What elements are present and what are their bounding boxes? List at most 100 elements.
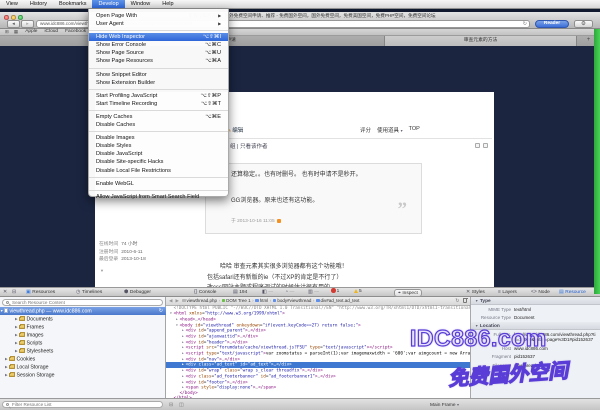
- resource-tree-folder[interactable]: ▶Documents: [0, 315, 166, 323]
- gear-button[interactable]: ⚙: [574, 20, 593, 28]
- debugger-icon: ⬢: [124, 289, 128, 295]
- menu-item-label: Show Error Console: [96, 41, 146, 49]
- details-row: Hostwww.idc886.com: [471, 344, 600, 353]
- menubar-item-bookmarks[interactable]: Bookmarks: [53, 0, 93, 8]
- top-sites-icon[interactable]: ▦: [14, 29, 18, 35]
- user-stat-row: 在线时间74 小时: [99, 241, 146, 249]
- menu-item-label: Disable JavaScript: [96, 150, 142, 158]
- quote-link-icon[interactable]: [277, 219, 281, 223]
- history-back-icon[interactable]: ◀: [169, 298, 172, 303]
- develop-menu-item[interactable]: Disable Images: [89, 134, 228, 142]
- trash-icon[interactable]: [463, 298, 467, 302]
- frame-selector[interactable]: Main Frame ▾: [430, 399, 459, 410]
- menu-item-label: Hide Web Inspector: [96, 33, 145, 41]
- bookmark-item[interactable]: iCloud: [44, 29, 58, 35]
- develop-menu-item[interactable]: Start Timeline Recording⌥⇧⌘T: [89, 100, 228, 108]
- load-time-icon: ◔: [285, 289, 288, 295]
- breadcrumb-item[interactable]: viewthread.php: [182, 297, 217, 305]
- user-stat-row: 最后登录2013-10-18: [99, 256, 146, 264]
- filter-field[interactable]: [2, 401, 163, 409]
- breadcrumb-item[interactable]: html: [255, 297, 268, 305]
- menu-separator: [89, 30, 228, 31]
- develop-menu-item[interactable]: Hide Web Inspector ⌥⇧⌘I: [89, 33, 228, 41]
- develop-menu-item[interactable]: Allow JavaScript from Smart Search Field: [89, 193, 228, 201]
- resource-tree-main-frame[interactable]: ▼viewthread.php — www.idc886.com↻: [0, 307, 166, 315]
- develop-menu-item[interactable]: Show Page Resources⌥⌘A: [89, 57, 228, 65]
- develop-menu-item[interactable]: Disable Local File Restrictions: [89, 167, 228, 175]
- document-icon: [182, 299, 186, 303]
- resource-tree-folder[interactable]: ▶Scripts: [0, 339, 166, 347]
- history-forward-icon[interactable]: ▶: [175, 298, 178, 303]
- search-input[interactable]: [12, 300, 157, 305]
- menu-item-label: Show Page Source: [96, 49, 144, 57]
- menubar-item-view[interactable]: View: [0, 0, 24, 8]
- develop-menu-item[interactable]: Show Error Console⌥⌘C: [89, 41, 228, 49]
- forward-button[interactable]: ▸: [21, 20, 34, 28]
- inspect-button[interactable]: ⌖Inspect: [394, 289, 422, 297]
- menubar-item-history[interactable]: History: [24, 0, 53, 8]
- search-field[interactable]: [2, 299, 163, 306]
- rate-link[interactable]: 评分: [360, 126, 371, 134]
- details-value: pid152637: [514, 354, 535, 359]
- menu-item-shortcut: ⌥⌘A: [205, 57, 221, 65]
- details-label: Resource Type: [473, 315, 511, 320]
- develop-menu-item[interactable]: Start Profiling JavaScript⌥⇧⌘P: [89, 92, 228, 100]
- split-view-icon[interactable]: ◫: [179, 402, 184, 408]
- resource-tree-folder[interactable]: ▶Stylesheets: [0, 347, 166, 355]
- details-section-header[interactable]: ▼Type: [471, 297, 600, 305]
- menu-item-label: Disable Styles: [96, 142, 131, 150]
- post-header[interactable]: 组 | 只看该作者: [230, 142, 268, 150]
- console-toggle-icon[interactable]: ⊟: [169, 402, 173, 408]
- report-icon[interactable]: [483, 143, 488, 148]
- resource-tree-folder[interactable]: ▶Frames: [0, 323, 166, 331]
- tools-link[interactable]: 使用道具 ▾: [377, 126, 403, 134]
- browser-tab[interactable]: 审查元素的方法: [385, 36, 577, 46]
- menu-item-label: Show Extension Builder: [96, 79, 155, 87]
- develop-menu-item[interactable]: User Agent▶: [89, 20, 228, 28]
- filter-input[interactable]: [12, 402, 157, 407]
- reader-button[interactable]: Reader: [535, 20, 569, 28]
- folder-icon: [19, 333, 25, 337]
- details-row: Resource TypeDocument: [471, 314, 600, 323]
- menubar-item-window[interactable]: Window: [125, 0, 157, 8]
- details-value: text/html: [514, 307, 531, 312]
- resource-tree-storage[interactable]: ▶Local Storage: [0, 363, 166, 371]
- breadcrumb-item[interactable]: DOM Tree 1: [222, 297, 251, 305]
- develop-menu-item[interactable]: Show Extension Builder: [89, 79, 228, 87]
- bookmarks-grid-icon[interactable]: ⊞: [5, 29, 9, 35]
- green-edge-strip: [594, 29, 600, 294]
- develop-menu-item[interactable]: Open Page With▶: [89, 12, 228, 20]
- resource-tree-storage[interactable]: ▶Session Storage: [0, 371, 166, 379]
- reload-icon[interactable]: ↻: [523, 21, 527, 27]
- details-section-header[interactable]: ▼Location: [471, 322, 600, 330]
- edit-link[interactable]: ✎编辑: [227, 126, 243, 134]
- develop-menu-item[interactable]: Enable WebGL: [89, 180, 228, 188]
- refresh-icon[interactable]: ↻: [455, 298, 459, 304]
- menubar-item-develop[interactable]: Develop: [92, 0, 124, 8]
- collapse-arrow-icon[interactable]: ▼: [100, 268, 104, 273]
- resource-tree-storage[interactable]: ▶Cookies: [0, 355, 166, 363]
- post-header-icons: [475, 143, 488, 148]
- develop-menu-item[interactable]: Disable Styles: [89, 142, 228, 150]
- dom-tree-line[interactable]: ▶<script type="text/javascript">var zoom…: [166, 351, 470, 357]
- menubar-item-help[interactable]: Help: [156, 0, 179, 8]
- resource-tree-folder[interactable]: ▶Images: [0, 331, 166, 339]
- menu-item-shortcut: ⌥⇧⌘I: [203, 33, 221, 41]
- develop-menu-item[interactable]: Disable Caches: [89, 121, 228, 129]
- refresh-icon[interactable]: ↻: [159, 307, 163, 315]
- submenu-arrow-icon: ▶: [218, 12, 221, 20]
- bookmark-item[interactable]: Facebook: [65, 29, 86, 35]
- develop-menu-item[interactable]: Show Snippet Editor: [89, 71, 228, 79]
- inspector-bottom-bar: ⊟ ◫ Main Frame ▾: [0, 398, 600, 410]
- back-button[interactable]: ◂: [7, 20, 20, 28]
- menu-item-shortcut: ⌥⇧⌘P: [201, 92, 221, 100]
- bookmark-item[interactable]: Apple: [25, 29, 37, 35]
- breadcrumb-item[interactable]: body#viewthread: [273, 297, 312, 305]
- develop-menu-item[interactable]: Disable JavaScript: [89, 150, 228, 158]
- develop-menu-item[interactable]: Empty Caches⌥⌘E: [89, 113, 228, 121]
- breadcrumb-item[interactable]: div#ad_text.ad_text: [316, 297, 360, 305]
- print-icon[interactable]: [475, 143, 480, 148]
- top-link[interactable]: TOP: [409, 126, 420, 134]
- develop-menu-item[interactable]: Disable Site-specific Hacks: [89, 158, 228, 166]
- develop-menu-item[interactable]: Show Page Source⌥⌘U: [89, 49, 228, 57]
